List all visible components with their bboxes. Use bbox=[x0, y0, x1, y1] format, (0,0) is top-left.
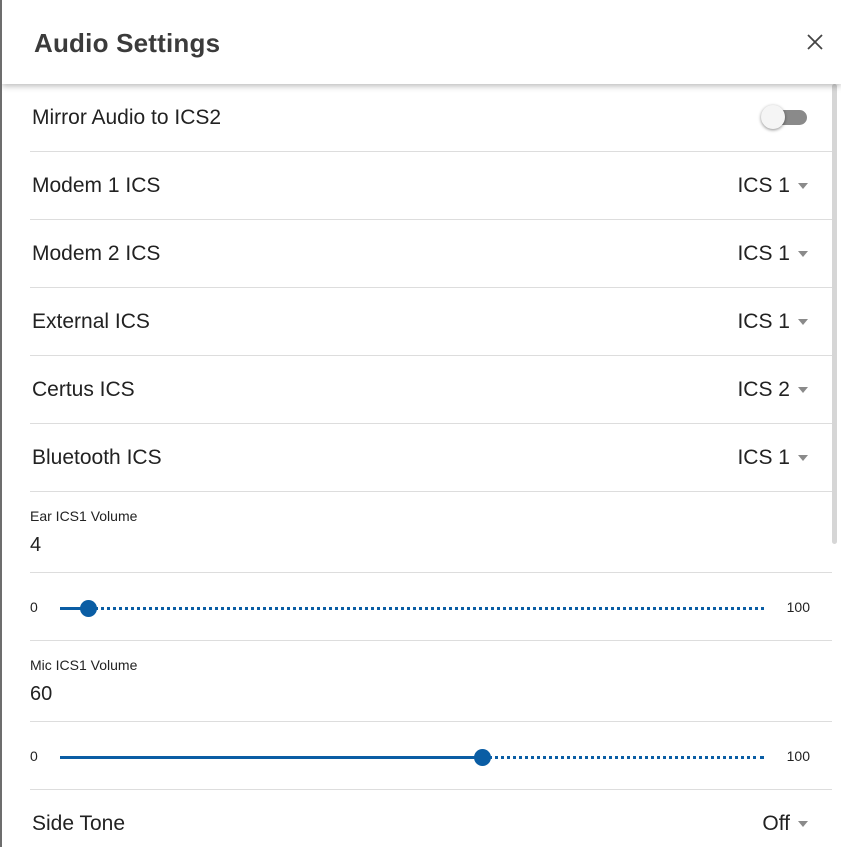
modem1-ics-row: Modem 1 ICS ICS 1 bbox=[30, 152, 832, 220]
chevron-down-icon bbox=[798, 319, 808, 325]
modem1-ics-value: ICS 1 bbox=[737, 174, 790, 197]
mic-volume-row: Mic ICS1 Volume 60 bbox=[30, 641, 832, 722]
mic-volume-max: 100 bbox=[786, 748, 810, 764]
scrollbar[interactable] bbox=[831, 84, 839, 847]
settings-list: Mirror Audio to ICS2 Modem 1 ICS ICS 1 M… bbox=[2, 84, 832, 847]
bluetooth-ics-row: Bluetooth ICS ICS 1 bbox=[30, 424, 832, 492]
modem2-ics-row: Modem 2 ICS ICS 1 bbox=[30, 220, 832, 288]
modem1-ics-select[interactable]: ICS 1 bbox=[737, 174, 808, 198]
modem2-ics-value: ICS 1 bbox=[737, 242, 790, 265]
modem2-ics-label: Modem 2 ICS bbox=[32, 242, 161, 265]
ear-volume-slider[interactable] bbox=[60, 600, 764, 617]
ear-volume-label: Ear ICS1 Volume bbox=[30, 508, 138, 524]
chevron-down-icon bbox=[798, 387, 808, 393]
side-tone-label: Side Tone bbox=[32, 812, 126, 835]
ear-volume-min: 0 bbox=[30, 599, 38, 615]
slider-remaining bbox=[88, 607, 764, 610]
certus-ics-row: Certus ICS ICS 2 bbox=[30, 356, 832, 424]
chevron-down-icon bbox=[798, 183, 808, 189]
bluetooth-ics-label: Bluetooth ICS bbox=[32, 446, 162, 469]
modem1-ics-label: Modem 1 ICS bbox=[32, 174, 161, 197]
external-ics-label: External ICS bbox=[32, 310, 150, 333]
side-tone-select[interactable]: Off bbox=[762, 812, 808, 836]
slider-thumb[interactable] bbox=[474, 749, 491, 766]
certus-ics-value: ICS 2 bbox=[737, 378, 790, 401]
side-tone-value: Off bbox=[762, 812, 790, 835]
close-icon[interactable] bbox=[803, 30, 827, 54]
side-tone-row: Side Tone Off bbox=[30, 790, 832, 847]
certus-ics-label: Certus ICS bbox=[32, 378, 135, 401]
ear-volume-row: Ear ICS1 Volume 4 bbox=[30, 492, 832, 573]
bluetooth-ics-select[interactable]: ICS 1 bbox=[737, 446, 808, 470]
mic-volume-min: 0 bbox=[30, 748, 38, 764]
slider-fill bbox=[60, 756, 482, 759]
slider-thumb[interactable] bbox=[80, 600, 97, 617]
mirror-audio-toggle[interactable] bbox=[761, 105, 811, 129]
toggle-knob bbox=[761, 105, 785, 129]
external-ics-select[interactable]: ICS 1 bbox=[737, 310, 808, 334]
external-ics-row: External ICS ICS 1 bbox=[30, 288, 832, 356]
mirror-audio-row: Mirror Audio to ICS2 bbox=[30, 84, 832, 152]
chevron-down-icon bbox=[798, 251, 808, 257]
dialog-header: Audio Settings bbox=[2, 0, 841, 84]
audio-settings-dialog: Audio Settings Mirror Audio to ICS2 Mode… bbox=[0, 0, 841, 847]
ear-volume-max: 100 bbox=[786, 599, 810, 615]
ear-volume-slider-row: 0 100 bbox=[30, 573, 832, 641]
ear-volume-value: 4 bbox=[30, 534, 42, 556]
mic-volume-value: 60 bbox=[30, 683, 53, 705]
mic-volume-label: Mic ICS1 Volume bbox=[30, 657, 138, 673]
bluetooth-ics-value: ICS 1 bbox=[737, 446, 790, 469]
mic-volume-slider-row: 0 100 bbox=[30, 722, 832, 790]
chevron-down-icon bbox=[798, 821, 808, 827]
slider-remaining bbox=[482, 756, 764, 759]
mic-volume-slider[interactable] bbox=[60, 749, 764, 766]
certus-ics-select[interactable]: ICS 2 bbox=[737, 378, 808, 402]
mirror-audio-label: Mirror Audio to ICS2 bbox=[32, 106, 222, 129]
external-ics-value: ICS 1 bbox=[737, 310, 790, 333]
chevron-down-icon bbox=[798, 455, 808, 461]
scrollbar-thumb[interactable] bbox=[832, 84, 837, 544]
dialog-title: Audio Settings bbox=[34, 28, 221, 58]
modem2-ics-select[interactable]: ICS 1 bbox=[737, 242, 808, 266]
